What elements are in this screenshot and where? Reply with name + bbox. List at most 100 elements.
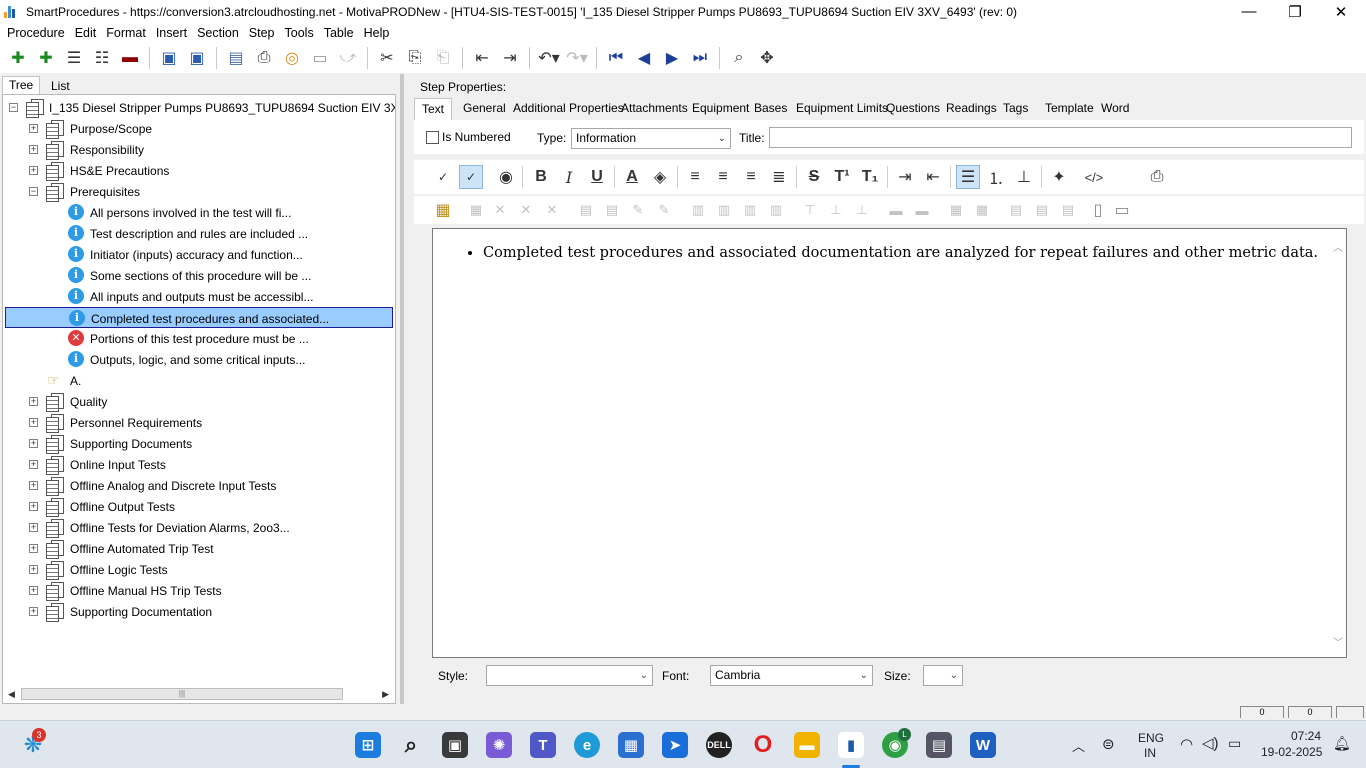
maximize-button[interactable]: ❐ bbox=[1272, 0, 1318, 23]
spellcheck-as-you-type-icon[interactable]: ✓ bbox=[459, 165, 483, 189]
tree-item-row[interactable]: + Offline Tests for Deviation Alarms, 2oo… bbox=[3, 517, 395, 538]
tree-item-row[interactable]: − Prerequisites bbox=[3, 181, 395, 202]
tree-item-row[interactable]: + Offline Analog and Discrete Input Tests bbox=[3, 475, 395, 496]
strikethrough-icon[interactable]: S bbox=[802, 165, 826, 189]
numbered-list-icon[interactable]: ⒈ bbox=[984, 165, 1008, 189]
close-button[interactable]: ✕ bbox=[1318, 0, 1364, 23]
grid-split-icon[interactable]: ▦ bbox=[944, 198, 968, 222]
expand-icon[interactable]: + bbox=[29, 481, 38, 490]
chevron-up-icon[interactable]: ︿ bbox=[1072, 736, 1085, 755]
tree-item-row[interactable]: i Some sections of this procedure will be… bbox=[3, 265, 395, 286]
superscript-icon[interactable]: T¹ bbox=[830, 165, 854, 189]
scroll-up-icon[interactable]: ︿ bbox=[1333, 239, 1343, 254]
battery-icon[interactable]: ▭ bbox=[1228, 735, 1241, 752]
format-cell-icon[interactable]: ✎ bbox=[652, 198, 676, 222]
tree-item-row[interactable]: + HS&E Precautions bbox=[3, 160, 395, 181]
tab-questions[interactable]: Questions bbox=[886, 101, 940, 115]
task-view-icon[interactable]: ▣ bbox=[442, 732, 468, 758]
tree-item-row[interactable]: i Outputs, logic, and some critical input… bbox=[3, 349, 395, 370]
expand-icon[interactable]: + bbox=[29, 586, 38, 595]
insert-column-right-icon[interactable]: ▥ bbox=[712, 198, 736, 222]
next-icon[interactable]: ▶ bbox=[661, 47, 683, 69]
teams-icon[interactable]: T bbox=[530, 732, 556, 758]
tab-tags[interactable]: Tags bbox=[1003, 101, 1028, 115]
edge-icon[interactable]: e bbox=[574, 732, 600, 758]
print-icon[interactable]: ⎙ bbox=[253, 47, 275, 69]
tree-item-row[interactable]: i Test description and rules are included… bbox=[3, 223, 395, 244]
previous-icon[interactable]: ◀ bbox=[633, 47, 655, 69]
tree-item-row[interactable]: + Offline Output Tests bbox=[3, 496, 395, 517]
tab-bases[interactable]: Bases bbox=[754, 101, 787, 115]
bullet-list-icon[interactable]: ☰ bbox=[956, 165, 980, 189]
tree-item-row[interactable]: + Supporting Documents bbox=[3, 433, 395, 454]
export-icon[interactable]: ▤ bbox=[225, 47, 247, 69]
tab-word[interactable]: Word bbox=[1101, 101, 1129, 115]
align-left-icon[interactable]: ≡ bbox=[683, 165, 707, 189]
expand-icon[interactable]: + bbox=[29, 439, 38, 448]
tree-item-row[interactable]: i Initiator (inputs) accuracy and functio… bbox=[3, 244, 395, 265]
save-icon[interactable]: ▣ bbox=[186, 47, 208, 69]
expand-icon[interactable]: + bbox=[29, 124, 38, 133]
expand-icon[interactable]: + bbox=[29, 418, 38, 427]
start-icon[interactable]: ⊞ bbox=[355, 732, 381, 758]
cell-align-middle-icon[interactable]: ▤ bbox=[1030, 198, 1054, 222]
expand-icon[interactable]: + bbox=[29, 145, 38, 154]
spellcheck-icon[interactable]: ✓ bbox=[431, 165, 455, 189]
dell-icon[interactable]: DELL bbox=[706, 732, 732, 758]
menu-section[interactable]: Section bbox=[193, 26, 243, 40]
table-properties-icon[interactable]: ▦ bbox=[464, 198, 488, 222]
volume-icon[interactable]: ◁) bbox=[1202, 734, 1219, 752]
print-preview-icon[interactable]: ⎙ bbox=[1145, 165, 1169, 189]
italic-icon[interactable]: I bbox=[557, 165, 581, 189]
row-alt-icon[interactable]: ▬ bbox=[910, 198, 934, 222]
word-icon[interactable]: W bbox=[970, 732, 996, 758]
menu-edit[interactable]: Edit bbox=[71, 26, 101, 40]
expand-icon[interactable]: + bbox=[29, 523, 38, 532]
tab-general[interactable]: General bbox=[463, 101, 506, 115]
step-text-editor[interactable]: Completed test procedures and associated… bbox=[432, 228, 1347, 658]
save-all-icon[interactable]: ▣ bbox=[158, 47, 180, 69]
tab-tree[interactable]: Tree bbox=[2, 76, 41, 94]
vertical-bar-icon[interactable]: ▯ bbox=[1086, 198, 1110, 222]
expand-icon[interactable]: + bbox=[29, 565, 38, 574]
network-share-icon[interactable]: ⊜ bbox=[1102, 735, 1115, 753]
menu-insert[interactable]: Insert bbox=[152, 26, 191, 40]
delete-row-icon[interactable]: ✕ bbox=[514, 198, 538, 222]
type-select[interactable]: Information ⌄ bbox=[571, 128, 731, 149]
editor-scrollbar[interactable]: ︿ ﹀ bbox=[1332, 239, 1344, 649]
redo-icon[interactable]: ↷▾ bbox=[566, 47, 588, 69]
tree-item-row[interactable]: + Quality bbox=[3, 391, 395, 412]
paste-icon[interactable]: ⎗ bbox=[432, 47, 454, 69]
pane-splitter[interactable] bbox=[400, 74, 404, 704]
horizontal-bar-icon[interactable]: ▭ bbox=[1110, 198, 1134, 222]
highlight-icon[interactable]: ◈ bbox=[648, 165, 672, 189]
undo-icon[interactable]: ↶▾ bbox=[538, 47, 560, 69]
insert-line-icon[interactable]: ⊥ bbox=[1012, 165, 1036, 189]
html-source-icon[interactable]: </> bbox=[1082, 165, 1106, 189]
first-icon[interactable]: ⏮ bbox=[605, 47, 627, 69]
cell-properties-icon[interactable]: ▤ bbox=[574, 198, 598, 222]
expand-icon[interactable]: + bbox=[29, 166, 38, 175]
wifi-icon[interactable]: ◠ bbox=[1180, 735, 1193, 753]
language-indicator-line1[interactable]: ENG bbox=[1138, 731, 1164, 745]
tree-item-row[interactable]: i Completed test procedures and associate… bbox=[5, 307, 393, 328]
subscript-icon[interactable]: T₁ bbox=[858, 165, 882, 189]
column-grid-icon[interactable]: ▥ bbox=[738, 198, 762, 222]
outlook-icon[interactable]: ➤ bbox=[662, 732, 688, 758]
tree-item-row[interactable]: i All inputs and outputs must be accessib… bbox=[3, 286, 395, 307]
expand-icon[interactable]: + bbox=[29, 397, 38, 406]
align-right-icon[interactable]: ≡ bbox=[739, 165, 763, 189]
tree-item-row[interactable]: + Supporting Documentation bbox=[3, 601, 395, 622]
tree-item-row[interactable]: ✕ Portions of this test procedure must be… bbox=[3, 328, 395, 349]
increase-indent-icon[interactable]: ⇥ bbox=[893, 165, 917, 189]
menu-tools[interactable]: Tools bbox=[281, 26, 318, 40]
tab-equipment-limits[interactable]: Equipment Limits bbox=[796, 101, 888, 115]
tree-item-row[interactable]: + Offline Manual HS Trip Tests bbox=[3, 580, 395, 601]
decrease-indent-icon[interactable]: ⇤ bbox=[921, 165, 945, 189]
expand-icon[interactable]: + bbox=[29, 607, 38, 616]
store-icon[interactable]: ▦ bbox=[618, 732, 644, 758]
scroll-right-icon[interactable]: ▶ bbox=[382, 689, 389, 700]
expand-icon[interactable]: + bbox=[29, 502, 38, 511]
opera-icon[interactable]: O bbox=[750, 731, 776, 758]
align-center-icon[interactable]: ≡ bbox=[711, 165, 735, 189]
